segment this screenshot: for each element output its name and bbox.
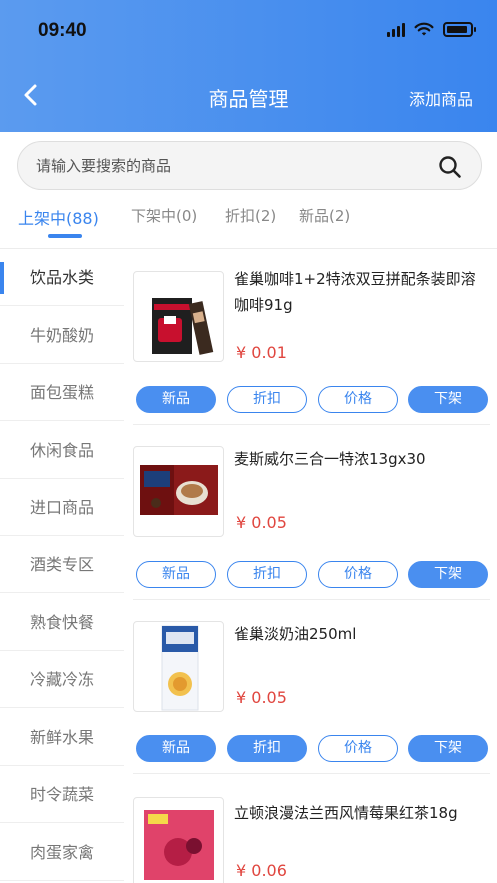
product-name: 立顿浪漫法兰西风情莓果红茶18g	[234, 804, 458, 822]
tab-on-shelf[interactable]: 上架中(88)	[18, 205, 99, 229]
category-item[interactable]: 酒类专区	[0, 536, 124, 593]
tab-discount[interactable]: 折扣(2)	[225, 205, 276, 226]
product-card: 雀巢淡奶油250ml ¥ 0.05 新品 折扣 价格 下架	[133, 621, 490, 781]
add-product-button[interactable]: 添加商品	[409, 86, 473, 110]
cream-carton-image	[161, 625, 199, 711]
category-sidebar: 饮品水类 牛奶酸奶 面包蛋糕 休闲食品 进口商品 酒类专区 熟食快餐 冷藏冷冻 …	[0, 249, 124, 883]
search-icon[interactable]	[437, 154, 463, 180]
category-item[interactable]: 饮品水类	[0, 249, 124, 306]
tab-off-shelf[interactable]: 下架中(0)	[131, 205, 197, 226]
wifi-icon	[414, 22, 434, 36]
product-name: 麦斯威尔三合一特浓13gx30	[234, 450, 426, 468]
tea-box-image	[144, 810, 214, 880]
product-name: 雀巢咖啡1+2特浓双豆拼配条装即溶咖啡91g	[234, 270, 476, 314]
search-bar	[17, 141, 482, 190]
category-item[interactable]: 冷藏冷冻	[0, 651, 124, 708]
product-price: ¥ 0.05	[236, 513, 287, 532]
product-price: ¥ 0.01	[236, 343, 287, 362]
new-button[interactable]: 新品	[136, 386, 216, 413]
off-shelf-button[interactable]: 下架	[408, 561, 488, 588]
active-category-marker	[0, 262, 4, 294]
tab-new[interactable]: 新品(2)	[299, 205, 350, 226]
category-item[interactable]: 面包蛋糕	[0, 364, 124, 421]
off-shelf-button[interactable]: 下架	[408, 386, 488, 413]
status-tabs: 上架中(88) 下架中(0) 折扣(2) 新品(2)	[0, 205, 497, 245]
off-shelf-button[interactable]: 下架	[408, 735, 488, 762]
discount-button[interactable]: 折扣	[227, 386, 307, 413]
product-actions: 新品 折扣 价格 下架	[136, 386, 488, 413]
product-image[interactable]	[133, 621, 224, 712]
price-button[interactable]: 价格	[318, 561, 398, 588]
new-button[interactable]: 新品	[136, 561, 216, 588]
new-button[interactable]: 新品	[136, 735, 216, 762]
app-header: 09:40 商品管理 添加商品	[0, 0, 497, 132]
discount-button[interactable]: 折扣	[227, 561, 307, 588]
status-time: 09:40	[38, 20, 87, 41]
coffee-box-image	[152, 298, 214, 355]
category-item[interactable]: 进口商品	[0, 479, 124, 536]
divider	[133, 599, 490, 600]
product-image[interactable]	[133, 446, 224, 537]
product-name: 雀巢淡奶油250ml	[234, 625, 357, 643]
search-input[interactable]	[36, 142, 416, 189]
product-actions: 新品 折扣 价格 下架	[136, 561, 488, 588]
product-image[interactable]	[133, 271, 224, 362]
category-item[interactable]: 肉蛋家禽	[0, 824, 124, 881]
price-button[interactable]: 价格	[318, 386, 398, 413]
category-item[interactable]: 休闲食品	[0, 422, 124, 479]
product-card: 雀巢咖啡1+2特浓双豆拼配条装即溶咖啡91g ¥ 0.01 新品 折扣 价格 下…	[133, 266, 490, 426]
product-image[interactable]	[133, 797, 224, 883]
discount-button[interactable]: 折扣	[227, 735, 307, 762]
category-item[interactable]: 熟食快餐	[0, 594, 124, 651]
price-button[interactable]: 价格	[318, 735, 398, 762]
tab-indicator	[48, 234, 82, 238]
divider	[133, 424, 490, 425]
divider	[133, 773, 490, 774]
status-icons	[387, 22, 476, 37]
product-price: ¥ 0.06	[236, 861, 287, 880]
product-actions: 新品 折扣 价格 下架	[136, 735, 488, 762]
product-price: ¥ 0.05	[236, 688, 287, 707]
category-item[interactable]: 牛奶酸奶	[0, 307, 124, 364]
category-item[interactable]: 新鲜水果	[0, 709, 124, 766]
coffee-box-image	[140, 465, 218, 515]
product-card: 立顿浪漫法兰西风情莓果红茶18g ¥ 0.06	[133, 795, 490, 883]
category-item[interactable]: 时令蔬菜	[0, 766, 124, 823]
battery-icon	[443, 22, 476, 37]
product-card: 麦斯威尔三合一特浓13gx30 ¥ 0.05 新品 折扣 价格 下架	[133, 446, 490, 606]
signal-icon	[387, 22, 405, 37]
